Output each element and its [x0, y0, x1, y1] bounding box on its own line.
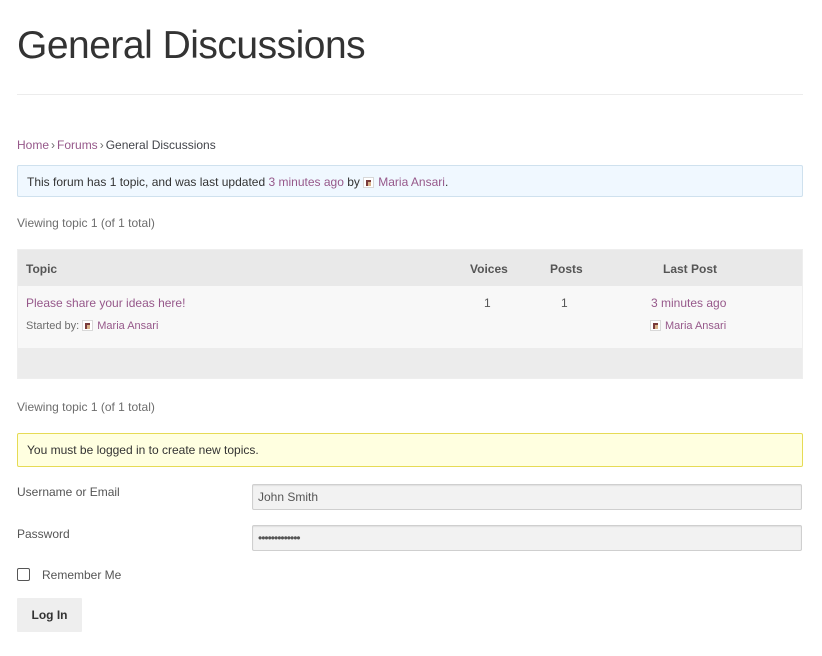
username-label: Username or Email: [17, 485, 120, 499]
password-label: Password: [17, 527, 70, 541]
pagination-count-top: Viewing topic 1 (of 1 total): [17, 216, 155, 230]
remember-me-label[interactable]: Remember Me: [42, 568, 121, 582]
forum-info-notice: This forum has 1 topic, and was last upd…: [17, 165, 803, 197]
title-divider: [17, 94, 803, 95]
last-post-time-link[interactable]: 3 minutes ago: [651, 296, 726, 310]
login-required-notice: You must be logged in to create new topi…: [17, 433, 803, 467]
avatar-icon: [82, 320, 94, 331]
forum-info-period: .: [444, 175, 449, 189]
topics-table: Topic Voices Posts Last Post Please shar…: [17, 249, 803, 379]
topic-title-link[interactable]: Please share your ideas here!: [26, 296, 185, 310]
forum-info-text: This forum has 1 topic, and was last upd…: [27, 175, 266, 189]
forum-info-author-name: Maria Ansari: [378, 175, 445, 189]
topic-author-name: Maria Ansari: [97, 320, 159, 332]
forum-info-author-link[interactable]: Maria Ansari: [363, 175, 445, 189]
header-last-post: Last Post: [663, 262, 718, 276]
topic-voices-count: 1: [484, 296, 491, 310]
header-topic: Topic: [26, 262, 58, 276]
header-voices: Voices: [470, 262, 508, 276]
avatar-icon: [650, 320, 661, 331]
forum-info-by: by: [347, 175, 360, 189]
pagination-count-bottom: Viewing topic 1 (of 1 total): [17, 400, 155, 414]
login-button[interactable]: Log In: [17, 598, 82, 632]
header-posts: Posts: [550, 262, 583, 276]
last-post-author-link[interactable]: Maria Ansari: [650, 320, 726, 332]
topics-table-footer: [18, 348, 802, 378]
last-post-author-name: Maria Ansari: [665, 320, 727, 332]
breadcrumb-forums-link[interactable]: Forums: [57, 138, 98, 152]
username-field[interactable]: [252, 484, 802, 510]
topics-table-header: Topic Voices Posts Last Post: [18, 250, 802, 286]
table-row: Please share your ideas here! Started by…: [18, 286, 802, 348]
breadcrumb-home-link[interactable]: Home: [17, 138, 49, 152]
page-title: General Discussions: [17, 24, 366, 67]
breadcrumb-separator: ›: [99, 138, 104, 152]
topic-author-link[interactable]: Maria Ansari: [82, 320, 158, 332]
breadcrumb: Home › Forums › General Discussions: [17, 138, 216, 152]
started-by-label: Started by:: [26, 320, 80, 332]
remember-me-checkbox[interactable]: [17, 568, 30, 581]
last-updated-link[interactable]: 3 minutes ago: [268, 175, 343, 189]
topic-posts-count: 1: [561, 296, 568, 310]
breadcrumb-separator: ›: [51, 138, 56, 152]
password-field[interactable]: [252, 525, 802, 551]
avatar-icon: [363, 177, 375, 188]
topic-started-by: Started by: Maria Ansari: [26, 320, 158, 332]
breadcrumb-current: General Discussions: [105, 138, 216, 152]
